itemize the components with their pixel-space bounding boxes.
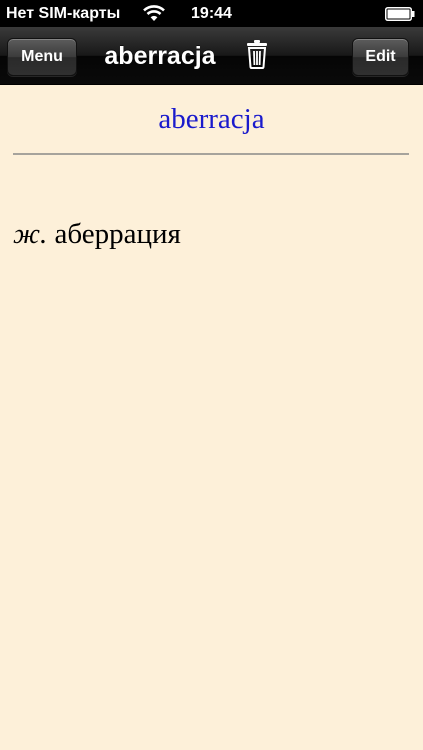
definition: ж. аберрация bbox=[13, 216, 181, 252]
screen: Нет SIM-карты 19:44 Menu aberracja Edit … bbox=[0, 0, 423, 750]
headword: aberracja bbox=[158, 103, 265, 135]
divider bbox=[13, 153, 409, 155]
trash-icon[interactable] bbox=[246, 39, 268, 69]
nav-title: aberracja bbox=[104, 42, 216, 70]
entry-content: aberracja ж. аберрация bbox=[0, 85, 423, 750]
status-bar: Нет SIM-карты 19:44 bbox=[0, 0, 423, 27]
menu-button[interactable]: Menu bbox=[7, 38, 77, 76]
battery-icon bbox=[385, 7, 415, 21]
translation: аберрация bbox=[54, 218, 181, 250]
clock: 19:44 bbox=[191, 5, 232, 22]
edit-button[interactable]: Edit bbox=[352, 38, 409, 76]
nav-bar: Menu aberracja Edit bbox=[0, 27, 423, 85]
grammar-label: ж. bbox=[13, 218, 48, 250]
